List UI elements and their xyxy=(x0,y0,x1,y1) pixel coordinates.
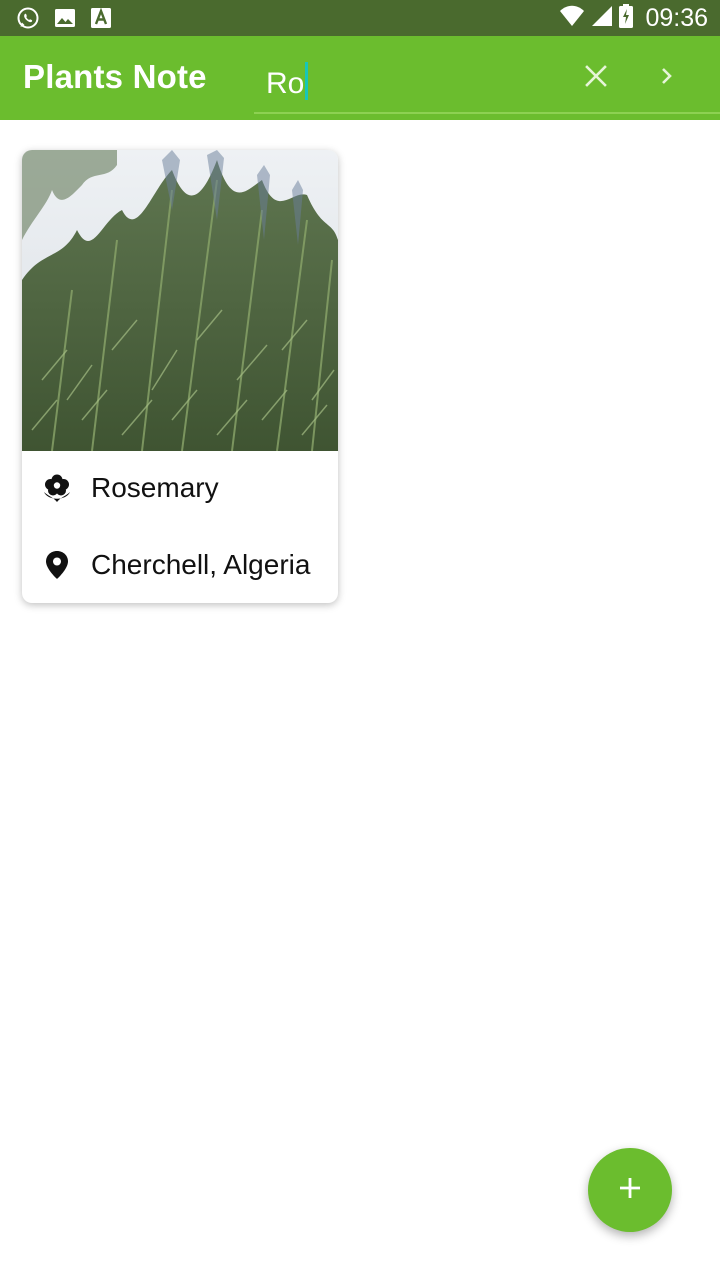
submit-search-button[interactable] xyxy=(648,56,686,100)
whatsapp-icon xyxy=(16,6,40,35)
add-plant-button[interactable] xyxy=(588,1148,672,1232)
system-status: 09:36 xyxy=(559,0,708,36)
location-pin-icon xyxy=(41,549,73,581)
search-input-value: Ro xyxy=(266,67,305,100)
status-bar: 09:36 xyxy=(0,0,720,36)
clock: 09:36 xyxy=(645,3,708,32)
app-title: Plants Note xyxy=(23,58,207,95)
plant-name-row: Rosemary xyxy=(22,458,338,518)
plant-photo xyxy=(22,150,338,451)
plus-icon xyxy=(618,1176,642,1205)
flower-icon xyxy=(41,472,73,504)
plant-location: Cherchell, Algeria xyxy=(91,549,311,580)
text-cursor xyxy=(305,62,309,100)
signal-icon xyxy=(591,5,613,32)
plant-name: Rosemary xyxy=(91,472,219,503)
search-input[interactable]: Ro xyxy=(266,62,309,101)
plant-location-row: Cherchell, Algeria xyxy=(22,535,338,595)
wifi-icon xyxy=(559,5,585,32)
image-icon xyxy=(54,7,76,34)
close-icon xyxy=(584,64,608,93)
battery-charging-icon xyxy=(619,3,634,33)
plant-card[interactable]: Rosemary Cherchell, Algeria xyxy=(22,150,338,603)
clear-search-button[interactable] xyxy=(574,56,618,100)
font-a-icon xyxy=(90,7,112,34)
notification-icons xyxy=(16,6,112,35)
chevron-right-icon xyxy=(659,66,675,91)
app-bar: Plants Note Ro xyxy=(0,36,720,120)
